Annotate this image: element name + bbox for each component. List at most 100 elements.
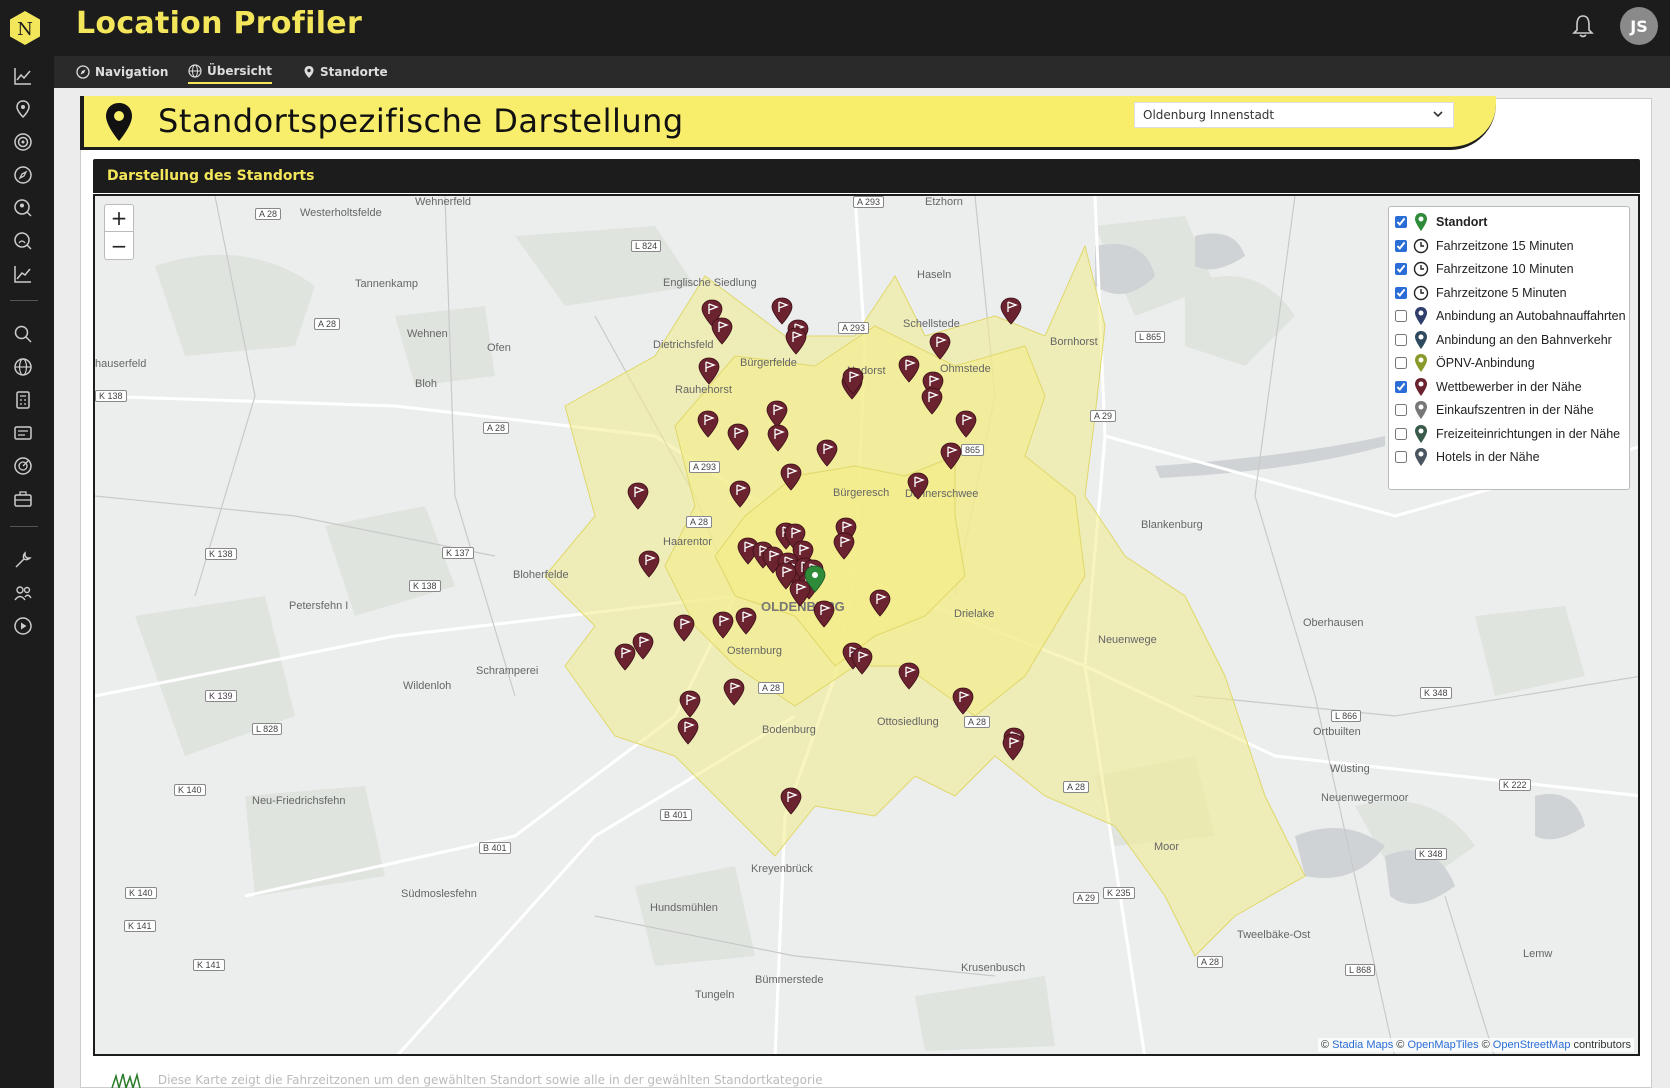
calculator-icon[interactable] [13, 390, 33, 410]
map-view[interactable]: Wehnerfeld Etzhorn Westerholtsfelde Tannenk… [93, 194, 1640, 1056]
legend-checkbox[interactable] [1395, 427, 1407, 440]
zoom-in-button[interactable]: + [104, 204, 134, 232]
competitor-marker[interactable] [729, 480, 751, 508]
legend-item[interactable]: Freizeiteinrichtungen in der Nähe [1395, 423, 1620, 445]
bell-icon[interactable] [1572, 14, 1594, 42]
legend-item[interactable]: ÖPNV-Anbindung [1395, 352, 1535, 374]
competitor-marker[interactable] [780, 463, 802, 491]
competitor-marker[interactable] [851, 647, 873, 675]
legend-label: Fahrzeitzone 15 Minuten [1436, 238, 1574, 253]
legend-checkbox[interactable] [1395, 333, 1407, 346]
shopping-pin-icon [1412, 400, 1430, 420]
competitor-marker[interactable] [1000, 297, 1022, 325]
legend-item[interactable]: Einkaufszentren in der Nähe [1395, 399, 1594, 421]
legend-item[interactable]: Fahrzeitzone 15 Minuten [1395, 235, 1574, 257]
sidebar-divider [10, 300, 38, 301]
legend-item[interactable]: Wettbewerber in der Nähe [1395, 376, 1582, 398]
competitor-marker[interactable] [898, 662, 920, 690]
competitor-marker[interactable] [869, 589, 891, 617]
competitor-marker[interactable] [907, 472, 929, 500]
competitor-marker[interactable] [712, 611, 734, 639]
top-bar: N Location Profiler JS [0, 0, 1670, 56]
trend-icon[interactable] [13, 264, 33, 284]
attribution-link[interactable]: OpenStreetMap [1493, 1039, 1571, 1051]
globe-icon[interactable] [13, 357, 33, 377]
competitor-marker[interactable] [816, 439, 838, 467]
tab-standorte[interactable]: Standorte [303, 60, 388, 84]
legend-label: Einkaufszentren in der Nähe [1436, 403, 1594, 417]
tab-uebersicht[interactable]: Übersicht [188, 60, 273, 84]
briefcase-icon[interactable] [13, 489, 33, 509]
competitor-marker[interactable] [632, 632, 654, 660]
legend-checkbox[interactable] [1395, 216, 1407, 228]
competitor-marker[interactable] [723, 678, 745, 706]
legend-checkbox[interactable] [1395, 263, 1407, 275]
compass-icon [76, 65, 90, 79]
competitor-marker[interactable] [766, 400, 788, 428]
standort-pin-icon [1412, 212, 1430, 232]
competitor-marker[interactable] [940, 442, 962, 470]
legend-item[interactable]: Anbindung an den Bahnverkehr [1395, 329, 1612, 351]
radar-icon[interactable] [13, 456, 33, 476]
competitor-marker[interactable] [1002, 733, 1024, 761]
app-logo[interactable]: N [8, 10, 42, 50]
logo-letter: N [17, 19, 33, 40]
target-icon[interactable] [13, 132, 33, 152]
avatar[interactable]: JS [1620, 7, 1658, 45]
competitor-marker[interactable] [698, 357, 720, 385]
legend-label: Anbindung an den Bahnverkehr [1436, 332, 1612, 347]
competitor-marker[interactable] [955, 410, 977, 438]
attribution-link[interactable]: Stadia Maps [1332, 1039, 1393, 1051]
sidebar-divider [10, 526, 38, 527]
competitor-marker[interactable] [785, 327, 807, 355]
competitor-marker[interactable] [921, 387, 943, 415]
search-person-icon[interactable] [13, 231, 33, 251]
competitor-marker[interactable] [771, 297, 793, 325]
competitor-marker[interactable] [673, 614, 695, 642]
legend-checkbox[interactable] [1395, 357, 1407, 369]
competitor-marker[interactable] [813, 600, 835, 628]
hotel-pin-icon [1412, 447, 1430, 467]
legend-item[interactable]: Anbindung an Autobahnauffahrten [1395, 305, 1626, 327]
location-select-value: Oldenburg Innenstadt [1143, 108, 1275, 122]
competitor-marker[interactable] [780, 787, 802, 815]
competitor-marker[interactable] [767, 424, 789, 452]
chart-line-icon[interactable] [13, 66, 33, 86]
competitor-marker[interactable] [789, 579, 811, 607]
competitor-marker[interactable] [638, 550, 660, 578]
legend-item[interactable]: Fahrzeitzone 10 Minuten [1395, 258, 1574, 280]
wrench-icon[interactable] [13, 550, 33, 570]
legend-checkbox[interactable] [1395, 239, 1407, 252]
legend-checkbox[interactable] [1395, 380, 1407, 393]
competitor-marker[interactable] [679, 690, 701, 718]
competitor-marker[interactable] [727, 423, 749, 451]
search-icon[interactable] [13, 324, 33, 344]
competitor-marker[interactable] [929, 332, 951, 360]
competitor-marker[interactable] [697, 410, 719, 438]
legend-checkbox[interactable] [1395, 451, 1407, 463]
users-icon[interactable] [13, 583, 33, 603]
search-user-icon[interactable] [13, 198, 33, 218]
legend-checkbox[interactable] [1395, 286, 1407, 299]
message-icon[interactable] [13, 423, 33, 443]
legend-item[interactable]: Standort [1395, 211, 1487, 233]
map-pin-icon[interactable] [13, 99, 33, 119]
play-circle-icon[interactable] [13, 616, 33, 636]
competitor-marker[interactable] [711, 317, 733, 345]
competitor-marker[interactable] [735, 607, 757, 635]
competitor-marker[interactable] [677, 717, 699, 745]
legend-item[interactable]: Fahrzeitzone 5 Minuten [1395, 282, 1567, 304]
competitor-marker[interactable] [833, 532, 855, 560]
zoom-out-button[interactable]: − [104, 232, 134, 260]
legend-item[interactable]: Hotels in der Nähe [1395, 446, 1540, 468]
competitor-marker[interactable] [614, 643, 636, 671]
location-select[interactable]: Oldenburg Innenstadt [1134, 102, 1454, 128]
competitor-marker[interactable] [898, 355, 920, 383]
tab-navigation[interactable]: Navigation [76, 60, 168, 84]
attribution-link[interactable]: OpenMapTiles [1407, 1039, 1478, 1051]
legend-checkbox[interactable] [1395, 310, 1407, 322]
competitor-marker[interactable] [952, 687, 974, 715]
legend-checkbox[interactable] [1395, 404, 1407, 416]
competitor-marker[interactable] [627, 482, 649, 510]
compass-icon[interactable] [13, 165, 33, 185]
